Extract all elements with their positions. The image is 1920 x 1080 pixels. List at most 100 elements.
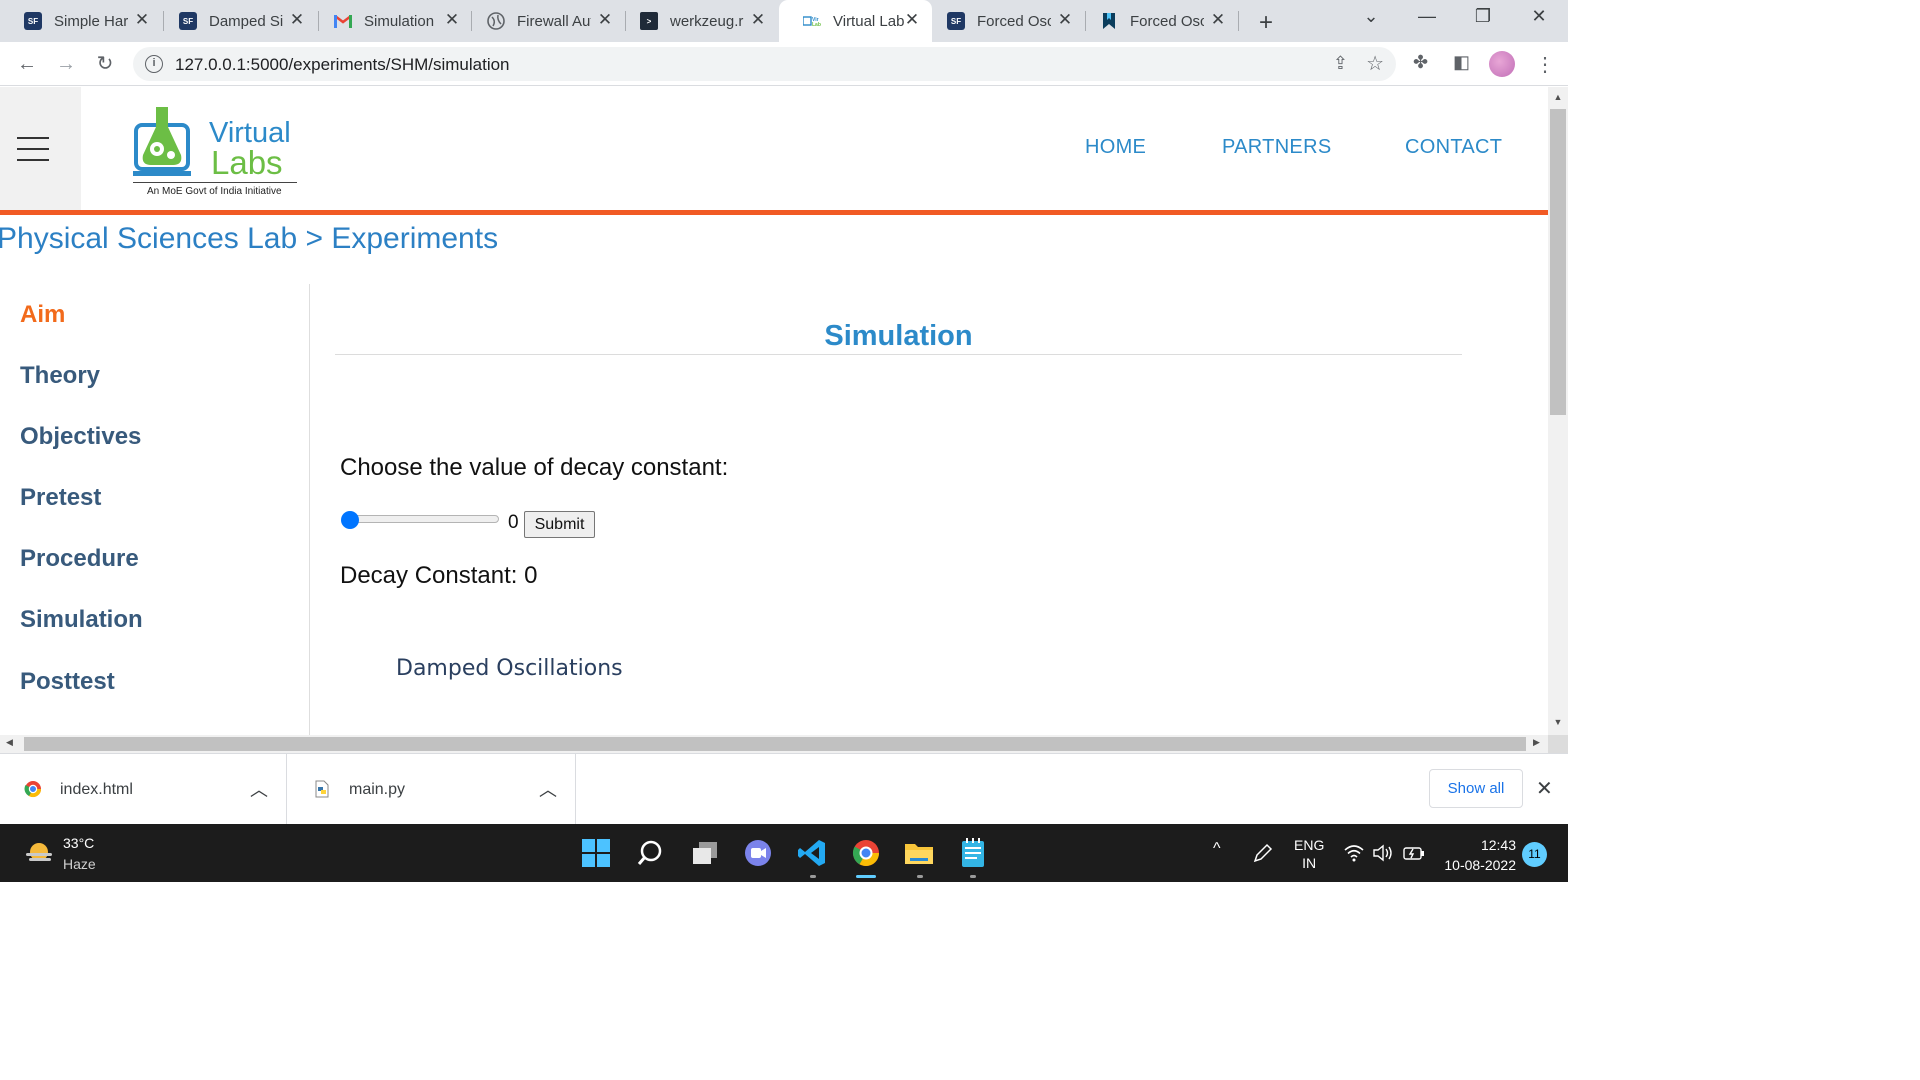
- nav-partners[interactable]: PARTNERS: [1222, 136, 1331, 159]
- search-icon[interactable]: [634, 837, 666, 869]
- horizontal-scrollbar[interactable]: ◀ ▶: [0, 735, 1548, 753]
- nav-home[interactable]: HOME: [1085, 136, 1146, 159]
- tab-close-icon[interactable]: ✕: [1057, 11, 1073, 28]
- scroll-up-arrow-icon[interactable]: ▲: [1548, 92, 1568, 102]
- sidebar-item-simulation[interactable]: Simulation: [20, 606, 143, 634]
- restore-icon[interactable]: ❐: [1468, 6, 1498, 27]
- tray-overflow-chevron-icon[interactable]: ^: [1213, 840, 1221, 858]
- horizontal-scroll-thumb[interactable]: [24, 737, 1526, 751]
- sf-favicon: SF: [24, 12, 42, 30]
- system-clock[interactable]: 12:43 10-08-2022: [1441, 835, 1516, 875]
- minimize-icon[interactable]: —: [1412, 6, 1442, 27]
- reload-icon[interactable]: ↻: [93, 52, 117, 76]
- new-tab-icon[interactable]: +: [1255, 9, 1277, 37]
- tab-simple-harmonic[interactable]: SF Simple Harmonic Motion ✕: [0, 0, 162, 42]
- region-code: IN: [1302, 855, 1317, 871]
- tab-gmail[interactable]: Simulation ✕: [310, 0, 472, 42]
- submit-button[interactable]: Submit: [524, 511, 595, 538]
- vscode-icon[interactable]: [796, 837, 828, 869]
- clock-time: 12:43: [1480, 837, 1516, 853]
- chevron-up-icon[interactable]: ︿: [539, 776, 557, 802]
- tab-search-icon[interactable]: ⌄: [1356, 6, 1386, 27]
- vertical-scroll-thumb[interactable]: [1550, 109, 1566, 415]
- chrome-icon[interactable]: [850, 837, 882, 869]
- sidebar-item-pretest[interactable]: Pretest: [20, 484, 101, 512]
- teams-chat-icon[interactable]: [742, 837, 774, 869]
- plot-title: Damped Oscillations: [396, 656, 623, 681]
- forward-icon[interactable]: →: [54, 52, 78, 76]
- profile-avatar[interactable]: [1489, 51, 1515, 77]
- hamburger-menu-icon[interactable]: [17, 137, 49, 170]
- vertical-scrollbar[interactable]: ▲ ▼: [1548, 87, 1568, 735]
- tab-close-icon[interactable]: ✕: [1210, 11, 1226, 28]
- sidebar-item-objectives[interactable]: Objectives: [20, 423, 141, 451]
- notepad-icon[interactable]: [957, 837, 989, 869]
- sidebar-item-aim[interactable]: Aim: [20, 301, 65, 329]
- breadcrumb[interactable]: Physical Sciences Lab > Experiments: [0, 222, 498, 256]
- tab-virtual-labs[interactable]: Vir Lab Virtual Labs ✕: [779, 0, 932, 42]
- sidebar-item-procedure[interactable]: Procedure: [20, 545, 139, 573]
- tab-close-icon[interactable]: ✕: [750, 11, 766, 28]
- bookmark-star-icon[interactable]: ☆: [1366, 51, 1384, 76]
- battery-icon[interactable]: [1402, 844, 1426, 862]
- chevron-up-icon[interactable]: ︿: [250, 776, 268, 802]
- slider-value: 0: [508, 512, 519, 533]
- python-file-icon: [315, 780, 329, 798]
- address-bar[interactable]: i 127.0.0.1:5000/experiments/SHM/simulat…: [133, 47, 1396, 81]
- running-indicator: [970, 875, 976, 878]
- extensions-icon[interactable]: ✤: [1413, 52, 1428, 73]
- pen-icon[interactable]: [1252, 842, 1274, 864]
- back-icon[interactable]: ←: [15, 52, 39, 76]
- close-shelf-icon[interactable]: ✕: [1536, 776, 1553, 801]
- file-explorer-icon[interactable]: [903, 837, 935, 869]
- terminal-icon: >: [640, 12, 658, 30]
- tab-title: Forced Oscillations: [977, 12, 1051, 30]
- url-text[interactable]: 127.0.0.1:5000/experiments/SHM/simulatio…: [175, 55, 510, 75]
- tab-title: Simulation: [364, 12, 435, 30]
- bookmark-favicon: [1100, 12, 1118, 30]
- notification-badge[interactable]: 11: [1522, 842, 1547, 867]
- window-close-icon[interactable]: ✕: [1524, 6, 1554, 27]
- task-view-icon[interactable]: [689, 837, 721, 869]
- tab-close-icon[interactable]: ✕: [597, 11, 613, 28]
- sidebar-item-theory[interactable]: Theory: [20, 362, 100, 390]
- tab-close-icon[interactable]: ✕: [904, 11, 920, 28]
- chrome-menu-icon[interactable]: ⋮: [1535, 52, 1555, 77]
- slider-thumb[interactable]: [341, 511, 359, 529]
- weather-temperature[interactable]: 33°C: [63, 835, 94, 851]
- logo-tagline: An MoE Govt of India Initiative: [147, 186, 282, 197]
- menu-column: [0, 87, 81, 210]
- site-info-icon[interactable]: i: [145, 55, 163, 73]
- sidebar-item-posttest[interactable]: Posttest: [20, 668, 115, 696]
- downloads-shelf: index.html ︿ main.py ︿ Show all ✕: [0, 753, 1568, 825]
- tab-forced-osc-1[interactable]: SF Forced Oscillations ✕: [923, 0, 1085, 42]
- scroll-right-arrow-icon[interactable]: ▶: [1533, 737, 1540, 748]
- decay-constant-slider[interactable]: [341, 511, 499, 529]
- download-filename: index.html: [60, 781, 133, 798]
- tab-strip: SF Simple Harmonic Motion ✕ SF Damped Si…: [0, 0, 1568, 42]
- svg-text:Lab: Lab: [812, 22, 821, 28]
- tab-close-icon[interactable]: ✕: [444, 11, 460, 28]
- tab-title: Damped Simple Harmonic: [209, 12, 283, 30]
- weather-description[interactable]: Haze: [63, 856, 96, 872]
- tab-firewall[interactable]: Firewall Authentication ✕: [463, 0, 625, 42]
- start-icon[interactable]: [580, 837, 612, 869]
- download-item[interactable]: main.py ︿: [289, 754, 576, 825]
- show-all-button[interactable]: Show all: [1429, 769, 1523, 808]
- side-panel-icon[interactable]: ◧: [1453, 52, 1470, 73]
- scroll-down-arrow-icon[interactable]: ▼: [1548, 717, 1568, 727]
- tab-werkzeug[interactable]: > werkzeug.routing ✕: [616, 0, 778, 42]
- section-title: Simulation: [824, 320, 973, 352]
- nav-contact[interactable]: CONTACT: [1405, 136, 1502, 159]
- tab-close-icon[interactable]: ✕: [289, 11, 305, 28]
- weather-haze-icon[interactable]: [24, 841, 54, 865]
- share-icon[interactable]: ⇪: [1333, 53, 1348, 74]
- tab-damped[interactable]: SF Damped Simple Harmonic ✕: [155, 0, 317, 42]
- wifi-icon[interactable]: [1344, 844, 1364, 862]
- scroll-left-arrow-icon[interactable]: ◀: [6, 737, 13, 748]
- volume-icon[interactable]: [1372, 844, 1394, 862]
- download-item[interactable]: index.html ︿: [0, 754, 287, 825]
- tab-forced-osc-2[interactable]: Forced Oscillations ✕: [1076, 0, 1238, 42]
- language-indicator[interactable]: ENG IN: [1294, 836, 1324, 872]
- tab-close-icon[interactable]: ✕: [134, 11, 150, 28]
